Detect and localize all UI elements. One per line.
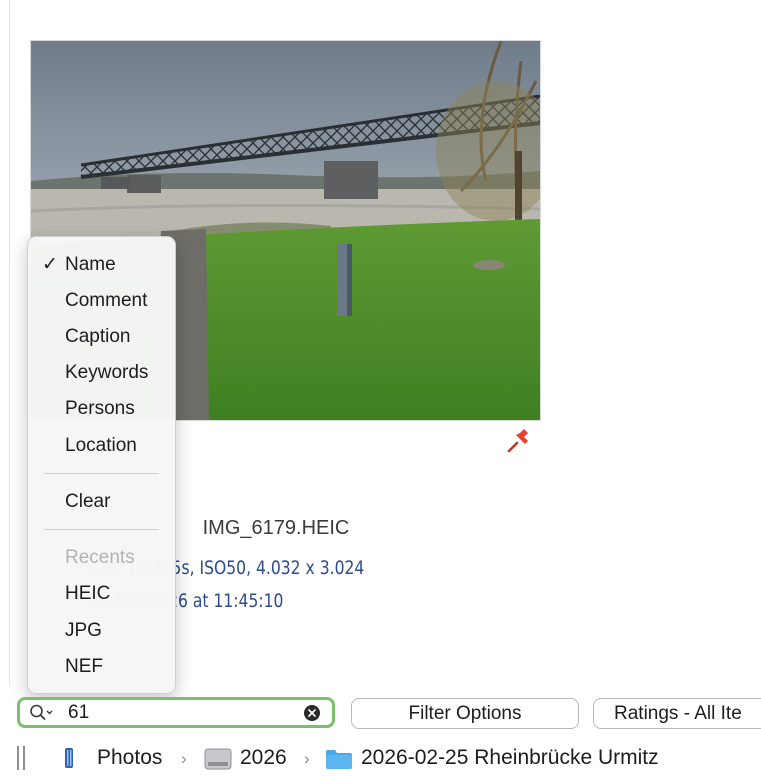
ratings-button[interactable]: Ratings - All Ite xyxy=(593,698,761,729)
menu-separator xyxy=(44,529,159,530)
menu-item-label: Location xyxy=(65,435,137,456)
clear-search-icon[interactable] xyxy=(303,704,321,722)
path-bar: Photos › 2026 › 2026-02-25 Rheinbrücke U… xyxy=(0,744,761,775)
breadcrumb-folder[interactable]: 2026-02-25 Rheinbrücke Urmitz xyxy=(361,746,659,770)
recent-item-heic[interactable]: HEIC xyxy=(28,579,175,609)
menu-separator xyxy=(44,473,159,474)
search-input[interactable] xyxy=(68,702,298,724)
breadcrumb-separator: › xyxy=(181,749,187,768)
checkmark-icon: ✓ xyxy=(42,254,58,275)
search-field-menu: ✓ Name Comment Caption Keywords Persons … xyxy=(27,236,176,694)
breadcrumb-photos[interactable]: Photos xyxy=(97,746,162,770)
menu-item-comment[interactable]: Comment xyxy=(28,286,175,316)
menu-item-clear[interactable]: Clear xyxy=(28,487,175,517)
menu-item-label: Caption xyxy=(65,326,131,347)
menu-item-caption[interactable]: Caption xyxy=(28,322,175,352)
menu-item-persons[interactable]: Persons xyxy=(28,394,175,424)
resize-handle-icon[interactable] xyxy=(17,746,25,770)
breadcrumb-separator: › xyxy=(304,749,310,768)
recent-item-jpg[interactable]: JPG xyxy=(28,616,175,646)
menu-item-label: Keywords xyxy=(65,362,149,383)
folder-icon xyxy=(325,748,353,776)
menu-item-location[interactable]: Location xyxy=(28,431,175,461)
breadcrumb-2026[interactable]: 2026 xyxy=(240,746,287,770)
menu-item-name[interactable]: ✓ Name xyxy=(28,250,175,280)
recents-header: Recents xyxy=(65,547,135,568)
menu-item-keywords[interactable]: Keywords xyxy=(28,358,175,388)
filter-options-button[interactable]: Filter Options xyxy=(351,698,579,729)
photos-app-icon xyxy=(62,746,76,776)
search-icon[interactable] xyxy=(29,703,55,723)
menu-item-label: Persons xyxy=(65,398,135,419)
disk-icon xyxy=(204,748,232,776)
menu-item-label: Name xyxy=(65,254,116,275)
pane-divider xyxy=(9,0,10,685)
pin-icon[interactable] xyxy=(505,425,535,455)
recent-item-nef[interactable]: NEF xyxy=(28,652,175,682)
search-field[interactable] xyxy=(17,697,335,728)
menu-item-label: Comment xyxy=(65,290,148,311)
